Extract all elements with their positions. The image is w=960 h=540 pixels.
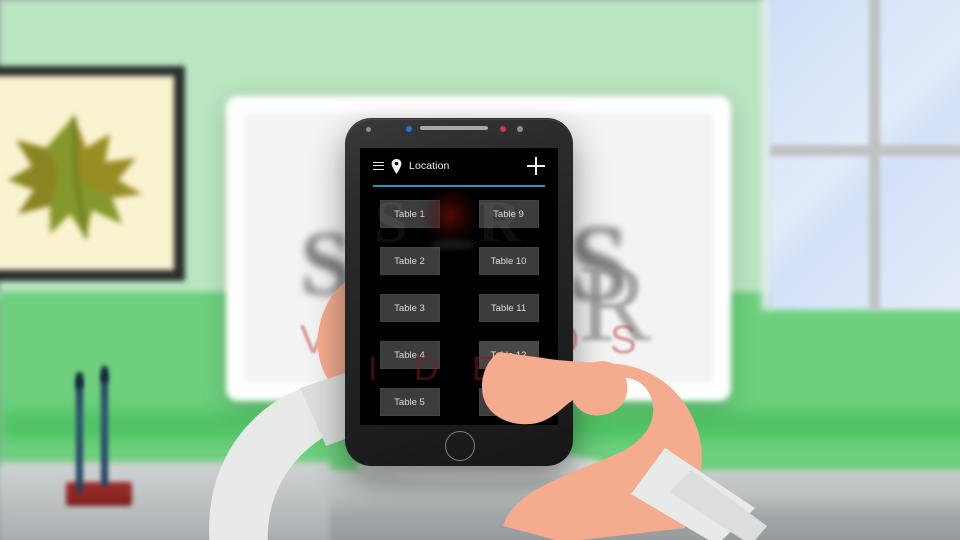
plus-icon[interactable] [527, 157, 545, 175]
indicator-blue-dot [406, 126, 412, 132]
maple-leaf-icon [8, 115, 142, 239]
pen-cap [101, 366, 108, 382]
hamburger-menu-icon[interactable] [373, 161, 384, 171]
screen-watermark-red: I [368, 350, 378, 388]
app-bar: Location [360, 148, 558, 187]
table-button[interactable]: Table 10 [478, 247, 539, 275]
right-hand-pointing [482, 352, 767, 540]
pen [76, 378, 83, 493]
table-button[interactable]: Table 5 [379, 388, 440, 416]
pen [101, 372, 108, 487]
table-button[interactable]: Table 1 [379, 200, 440, 228]
table-button[interactable]: Table 4 [379, 341, 440, 369]
earpiece-speaker [420, 126, 488, 130]
table-button[interactable]: Table 9 [478, 200, 539, 228]
pen-cap [76, 372, 83, 388]
location-pin-icon [391, 158, 402, 174]
sensor-dot-right [517, 126, 523, 132]
table-button[interactable]: Table 2 [379, 247, 440, 275]
sensor-dot-left [366, 127, 371, 132]
table-button[interactable]: Table 3 [379, 294, 440, 322]
table-button[interactable]: Table 11 [478, 294, 539, 322]
scene: S S R V I D E O S [0, 0, 960, 540]
indicator-red-dot [500, 126, 506, 132]
window-mullion-horizontal [770, 145, 960, 156]
app-bar-title: Location [409, 160, 450, 172]
phone-top-bezel [345, 118, 573, 148]
